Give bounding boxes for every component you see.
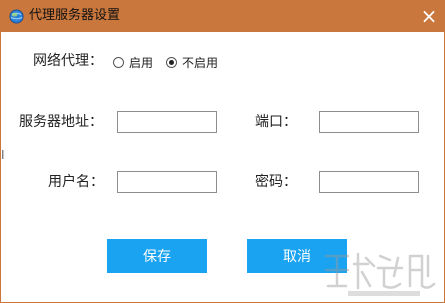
watermark-logo-icon [324, 252, 436, 296]
globe-app-icon [9, 9, 24, 24]
radio-disable-label: 不启用 [182, 56, 219, 70]
window-title: 代理服务器设置 [29, 8, 121, 23]
radio-disable-circle [166, 57, 177, 68]
username-input[interactable] [117, 171, 217, 193]
username-label: 用户名： [48, 174, 104, 190]
close-icon: × [420, 4, 438, 28]
server-address-label: 服务器地址： [19, 114, 103, 130]
server-address-input[interactable] [117, 111, 217, 133]
password-label: 密码： [255, 174, 297, 190]
port-label: 端口： [255, 114, 297, 130]
proxy-settings-dialog: 代理服务器设置 × 网络代理： 启用 不启用 服务器地址： 端口： I 用户名：… [0, 0, 445, 303]
proxy-label: 网络代理： [33, 53, 103, 69]
title-bar[interactable]: 代理服务器设置 × [1, 0, 445, 32]
radio-enable-circle [113, 57, 124, 68]
left-edge-mark: I [1, 148, 5, 162]
radio-disable[interactable]: 不启用 [166, 54, 218, 71]
password-input[interactable] [319, 171, 419, 193]
radio-enable[interactable]: 启用 [113, 54, 153, 71]
radio-enable-label: 启用 [129, 56, 154, 70]
save-button[interactable]: 保存 [107, 239, 207, 273]
port-input[interactable] [319, 111, 419, 133]
close-button[interactable]: × [414, 0, 444, 32]
